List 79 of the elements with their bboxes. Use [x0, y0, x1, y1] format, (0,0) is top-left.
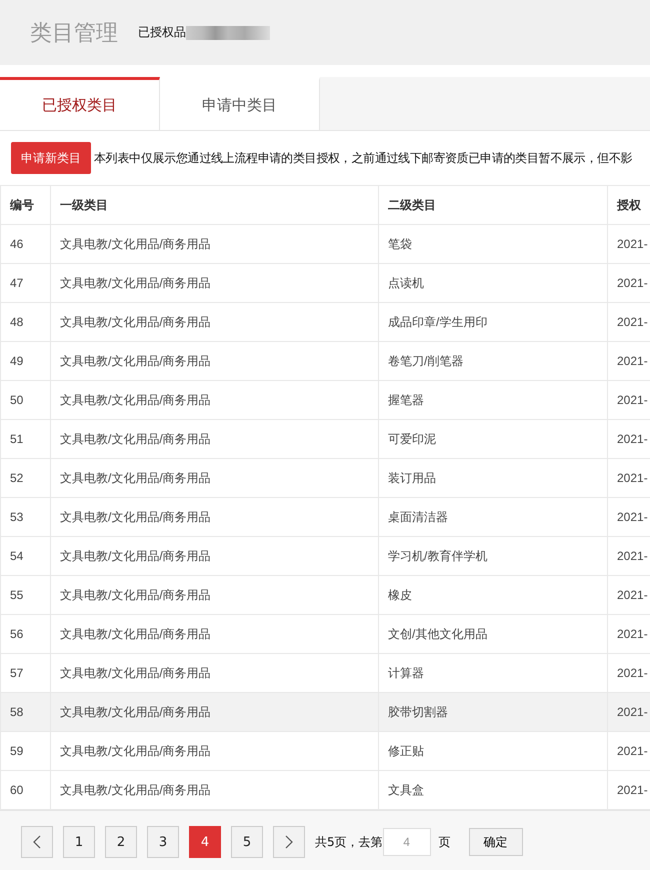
table-cell: 桌面清洁器: [388, 510, 448, 524]
table-cell: 54: [10, 549, 24, 563]
page-button[interactable]: 1: [63, 826, 95, 858]
table-cell: 文具电教/文化用品/商务用品: [60, 704, 211, 718]
table-cell: 点读机: [388, 276, 424, 290]
table-cell: 胶带切割器: [388, 704, 448, 718]
table-cell: 48: [10, 315, 24, 329]
table-cell: 文具电教/文化用品/商务用品: [60, 236, 211, 250]
table-cell: 文具电教/文化用品/商务用品: [60, 314, 211, 328]
table-cell: 文具电教/文化用品/商务用品: [60, 782, 211, 796]
table-cell: 文具电教/文化用品/商务用品: [60, 626, 211, 640]
page-button[interactable]: 2: [105, 826, 137, 858]
table-cell: 2021-: [617, 471, 648, 485]
table-cell: 橡皮: [388, 588, 412, 602]
table-cell: 2021-: [617, 276, 648, 290]
page-title: 类目管理: [30, 20, 118, 48]
table-cell: 文创/其他文化用品: [388, 626, 488, 640]
notice-text: 本列表中仅展示您通过线上流程申请的类目授权，之前通过线下邮寄资质已申请的类目暂不展示，但不影: [94, 150, 632, 166]
page-suffix-label: 页: [438, 834, 451, 850]
table-cell: 学习机/教育伴学机: [388, 548, 488, 562]
page-total-label: 共5页，去第: [315, 834, 383, 850]
table-cell: 文具电教/文化用品/商务用品: [60, 666, 211, 680]
page-button[interactable]: 4: [189, 826, 221, 858]
table-cell: 计算器: [388, 666, 424, 680]
table-cell: 2021-: [617, 588, 648, 602]
table-cell: 装订用品: [388, 470, 436, 484]
table-cell: 59: [10, 744, 24, 758]
table-cell: 2021-: [617, 510, 648, 524]
table-cell: 2021-: [617, 393, 648, 407]
page-button[interactable]: 3: [147, 826, 179, 858]
table-cell: 2021-: [617, 783, 648, 797]
table-cell: 2021-: [617, 627, 648, 641]
table-cell: 58: [10, 705, 24, 719]
column-header: 二级类目: [388, 198, 436, 212]
table-cell: 文具电教/文化用品/商务用品: [60, 510, 211, 524]
table-cell: 修正贴: [388, 744, 424, 758]
table-cell: 文具电教/文化用品/商务用品: [60, 354, 211, 368]
table-cell: 文具电教/文化用品/商务用品: [60, 432, 211, 446]
column-header: 编号: [10, 198, 34, 212]
table-cell: 2021-: [617, 354, 648, 368]
table-cell: 文具盒: [388, 782, 424, 796]
table-cell: 51: [10, 432, 24, 446]
page-button[interactable]: 5: [231, 826, 263, 858]
table-cell: 49: [10, 354, 24, 368]
confirm-button[interactable]: 确定: [468, 828, 523, 856]
table-cell: 卷笔刀/削笔器: [388, 354, 464, 368]
table-cell: 46: [10, 237, 24, 251]
table-cell: 文具电教/文化用品/商务用品: [60, 276, 211, 290]
table-cell: 2021-: [617, 744, 648, 758]
table-cell: 2021-: [617, 549, 648, 563]
table-cell: 成品印章/学生用印: [388, 314, 488, 328]
column-header: 一级类目: [60, 198, 108, 212]
table-cell: 笔袋: [388, 236, 412, 250]
brand-label: 已授权品: [138, 24, 186, 41]
apply-button[interactable]: 申请新类目: [11, 142, 91, 174]
table-cell: 文具电教/文化用品/商务用品: [60, 744, 211, 758]
tab[interactable]: 已授权类目: [0, 77, 160, 130]
table-cell: 55: [10, 588, 24, 602]
table-cell: 60: [10, 783, 24, 797]
table-cell: 可爱印泥: [388, 432, 436, 446]
table-cell: 56: [10, 627, 24, 641]
table-cell: 50: [10, 393, 24, 407]
table-cell: 2021-: [617, 432, 648, 446]
table-cell: 2021-: [617, 666, 648, 680]
table-cell: 文具电教/文化用品/商务用品: [60, 588, 211, 602]
previous-page-button[interactable]: [21, 826, 53, 858]
table-cell: 53: [10, 510, 24, 524]
next-page-button[interactable]: [273, 826, 305, 858]
table-cell: 2021-: [617, 315, 648, 329]
table-cell: 52: [10, 471, 24, 485]
table-cell: 握笔器: [388, 392, 424, 406]
table-cell: 文具电教/文化用品/商务用品: [60, 392, 211, 406]
table-cell: 2021-: [617, 237, 648, 251]
table-cell: 文具电教/文化用品/商务用品: [60, 548, 211, 562]
table-cell: 2021-: [617, 705, 648, 719]
table-cell: 57: [10, 666, 24, 680]
table-cell: 文具电教/文化用品/商务用品: [60, 470, 211, 484]
table-cell: 47: [10, 276, 24, 290]
column-header: 授权: [617, 198, 641, 212]
